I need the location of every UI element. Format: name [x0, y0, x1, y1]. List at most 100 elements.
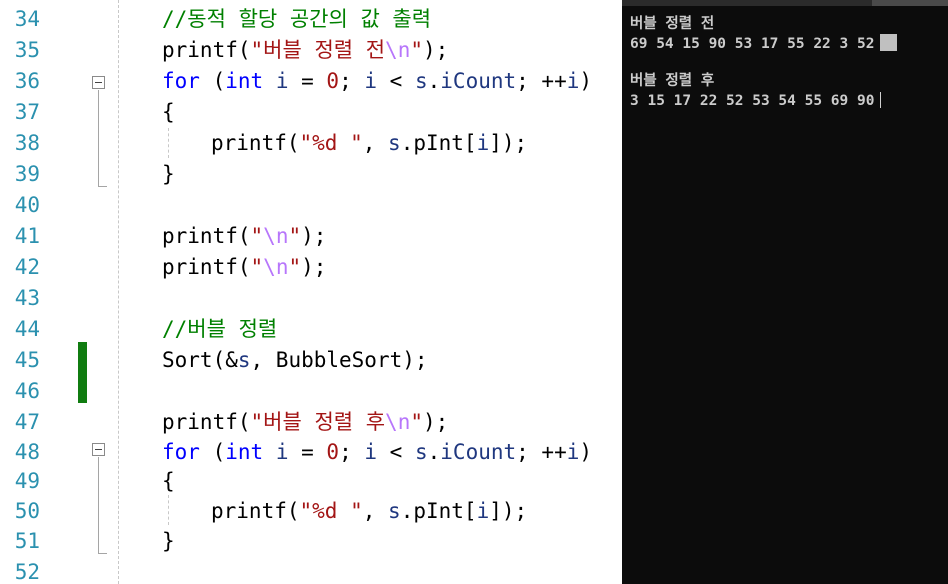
line-number: 45	[14, 348, 40, 372]
punctuation: [	[463, 499, 477, 523]
console-titlebar-tab	[872, 0, 948, 6]
line-number: 38	[14, 131, 40, 155]
console-line: 69 54 15 90 53 17 55 22 3 52	[630, 34, 898, 54]
string-literal: "	[410, 410, 423, 434]
code-line[interactable]: 35 printf("버블 정렬 전\n");	[0, 35, 622, 65]
code-line[interactable]: 38 printf("%d ", s.pInt[i]);	[0, 128, 622, 158]
function-call: printf(	[162, 410, 251, 434]
comment: //동적 할당 공간의 값 출력	[162, 7, 432, 31]
line-number: 51	[14, 529, 40, 553]
line-number: 36	[14, 69, 40, 93]
code-text[interactable]: }	[162, 159, 175, 189]
code-line[interactable]: 37 {	[0, 97, 622, 127]
punctuation: .	[427, 440, 441, 464]
variable: i	[476, 499, 490, 523]
string-literal: "%d "	[299, 499, 363, 523]
argument: , BubbleSort);	[250, 348, 428, 372]
string-literal: "	[250, 255, 264, 279]
code-text[interactable]: printf("\n");	[162, 221, 326, 251]
code-line[interactable]: 44 //버블 정렬	[0, 314, 622, 344]
line-number: 47	[14, 410, 40, 434]
line-number: 52	[14, 560, 40, 584]
punctuation: ,	[362, 499, 389, 523]
code-line[interactable]: 51 }	[0, 526, 622, 556]
function-call: printf(	[162, 255, 251, 279]
code-text[interactable]: for (int i = 0; i < s.iCount; ++i)	[162, 437, 592, 467]
escape-sequence: \n	[263, 224, 289, 248]
code-text[interactable]: }	[162, 526, 175, 556]
code-line[interactable]: 52	[0, 557, 622, 584]
code-line[interactable]: 41 printf("\n");	[0, 221, 622, 251]
variable: i	[566, 69, 580, 93]
console-window[interactable]: 버블 정렬 전 69 54 15 90 53 17 55 22 3 52 버블 …	[622, 0, 948, 584]
code-line[interactable]: 34 //동적 할당 공간의 값 출력	[0, 4, 622, 34]
function-call: printf(	[162, 38, 251, 62]
variable: s	[388, 499, 401, 523]
keyword: for	[162, 440, 200, 464]
line-number: 40	[14, 193, 40, 217]
variable: i	[275, 69, 289, 93]
code-line[interactable]: 46	[0, 376, 622, 406]
keyword: int	[225, 69, 264, 93]
number-literal: 0	[326, 69, 340, 93]
line-number: 37	[14, 100, 40, 124]
code-text[interactable]: //버블 정렬	[162, 314, 277, 344]
code-text[interactable]: printf("%d ", s.pInt[i]);	[211, 496, 527, 526]
punctuation: )	[579, 69, 593, 93]
string-literal: "	[410, 38, 423, 62]
line-number: 39	[14, 162, 40, 186]
console-line: 버블 정렬 전	[630, 16, 715, 32]
punctuation: .	[427, 69, 441, 93]
console-line-text: 3 15 17 22 52 53 54 55 69 90	[630, 93, 875, 109]
string-literal: "버블 정렬 후	[250, 410, 386, 434]
operator: =	[288, 69, 327, 93]
variable: s	[237, 348, 251, 372]
operator: <	[377, 440, 415, 464]
code-line[interactable]: 36 for (int i = 0; i < s.iCount; ++i)	[0, 66, 622, 96]
code-line[interactable]: 43	[0, 283, 622, 313]
punctuation: .	[400, 499, 414, 523]
code-text[interactable]: for (int i = 0; i < s.iCount; ++i)	[162, 66, 592, 96]
console-line: 버블 정렬 후	[630, 73, 715, 89]
number-literal: 0	[326, 440, 340, 464]
operator: =	[288, 440, 327, 464]
line-number: 34	[14, 7, 40, 31]
punctuation: ]);	[489, 131, 528, 155]
code-text[interactable]: printf("%d ", s.pInt[i]);	[211, 128, 527, 158]
code-line[interactable]: 40	[0, 190, 622, 220]
function-call: printf(	[211, 131, 300, 155]
variable: s	[414, 69, 428, 93]
code-text[interactable]: {	[162, 466, 175, 496]
code-text[interactable]: {	[162, 97, 175, 127]
code-line[interactable]: 48 for (int i = 0; i < s.iCount; ++i)	[0, 437, 622, 467]
code-line[interactable]: 45 Sort(&s, BubbleSort);	[0, 345, 622, 375]
code-editor[interactable]: 34 //동적 할당 공간의 값 출력 35 printf("버블 정렬 전\n…	[0, 0, 622, 584]
punctuation: (	[199, 69, 226, 93]
line-number: 50	[14, 499, 40, 523]
code-text[interactable]: //동적 할당 공간의 값 출력	[162, 4, 431, 34]
punctuation: .	[400, 131, 414, 155]
code-line[interactable]: 42 printf("\n");	[0, 252, 622, 282]
punctuation: ,	[362, 131, 389, 155]
code-line[interactable]: 50 printf("%d ", s.pInt[i]);	[0, 496, 622, 526]
function-call: printf(	[162, 224, 251, 248]
line-number: 42	[14, 255, 40, 279]
code-text[interactable]: printf("\n");	[162, 252, 326, 282]
keyword: for	[162, 69, 200, 93]
code-line[interactable]: 47 printf("버블 정렬 후\n");	[0, 407, 622, 437]
code-text[interactable]: printf("버블 정렬 전\n");	[162, 35, 448, 65]
string-literal: "버블 정렬 전	[250, 38, 386, 62]
punctuation: (	[199, 440, 226, 464]
operator: ; ++	[516, 69, 567, 93]
code-text[interactable]: Sort(&s, BubbleSort);	[162, 345, 428, 375]
string-literal: "	[288, 255, 302, 279]
code-line[interactable]: 49 {	[0, 466, 622, 496]
code-text[interactable]: printf("버블 정렬 후\n");	[162, 407, 448, 437]
punctuation: )	[579, 440, 593, 464]
variable: i	[476, 131, 490, 155]
punctuation: );	[423, 410, 449, 434]
variable: i	[275, 440, 289, 464]
code-line[interactable]: 39 }	[0, 159, 622, 189]
